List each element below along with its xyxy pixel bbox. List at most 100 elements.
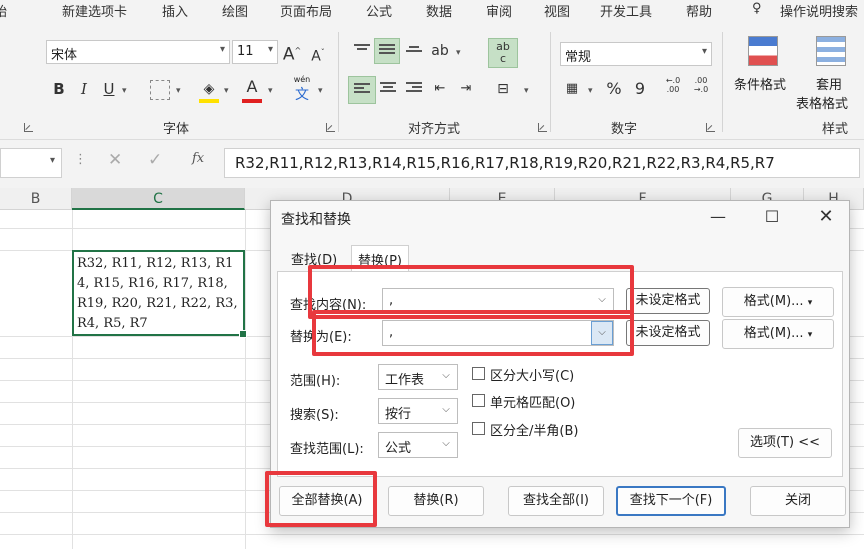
align-right-icon[interactable] — [406, 82, 422, 96]
table-format-label-1[interactable]: 套用 — [816, 74, 842, 93]
font-size-combo[interactable]: 11 ▾ — [232, 40, 278, 64]
align-center-icon[interactable] — [380, 82, 396, 96]
insert-function-button[interactable]: fx — [192, 151, 204, 166]
group-label-alignment: 对齐方式 — [408, 122, 461, 137]
alignment-launcher-icon[interactable] — [538, 123, 547, 132]
replace-format-button[interactable]: 格式(M)... ▾ — [722, 319, 834, 349]
border-button[interactable] — [150, 80, 170, 100]
tab-draw[interactable]: 绘图 — [222, 1, 248, 20]
match-case-checkbox[interactable] — [472, 367, 485, 380]
chevron-down-icon[interactable]: ▾ — [224, 86, 229, 96]
italic-button[interactable]: I — [76, 78, 92, 100]
find-all-button[interactable]: 查找全部(I) — [508, 486, 604, 516]
enter-check-icon[interactable]: ✓ — [148, 150, 162, 170]
tab-page-layout[interactable]: 页面布局 — [280, 1, 332, 20]
tab-new-tab[interactable]: 新建选项卡 — [62, 1, 127, 20]
match-cell-label[interactable]: 单元格匹配(O) — [490, 392, 575, 411]
comma-style-button[interactable]: 9 — [632, 78, 648, 100]
table-format-label-2[interactable]: 表格格式 — [796, 93, 848, 112]
tab-data[interactable]: 数据 — [426, 1, 452, 20]
currency-icon[interactable]: ▦ — [562, 78, 582, 100]
align-top-icon[interactable] — [354, 44, 370, 58]
options-button[interactable]: 选项(T) << — [738, 428, 832, 458]
find-format-label: 格式(M)... — [743, 294, 804, 309]
match-width-checkbox[interactable] — [472, 422, 485, 435]
increase-indent-icon[interactable]: ⇥ — [456, 78, 476, 100]
tab-insert[interactable]: 插入 — [162, 1, 188, 20]
align-left-button[interactable] — [348, 76, 376, 104]
close-button[interactable]: 关闭 — [750, 486, 846, 516]
chevron-down-icon[interactable]: ▾ — [122, 86, 127, 96]
highlight-box-replace-field — [312, 310, 634, 356]
column-header-c[interactable]: C — [72, 188, 245, 210]
chevron-down-icon[interactable]: ▾ — [176, 86, 181, 96]
replace-button[interactable]: 替换(R) — [388, 486, 484, 516]
column-header-b[interactable]: B — [0, 188, 72, 210]
replace-format-preview: 未设定格式 — [626, 320, 710, 346]
chevron-down-icon[interactable]: ▾ — [268, 86, 273, 96]
clipboard-launcher-icon[interactable] — [24, 123, 33, 132]
active-cell-c[interactable]: R32, R11, R12, R13, R14, R15, R16, R17, … — [72, 250, 247, 338]
tab-help[interactable]: 帮助 — [686, 1, 712, 20]
divider — [338, 32, 339, 132]
match-case-label[interactable]: 区分大小写(C) — [490, 365, 574, 384]
phonetic-bottom: 文 — [295, 87, 309, 103]
merge-center-icon[interactable]: ⊟ — [492, 78, 514, 100]
ribbon-tab-bar: 始 新建选项卡 插入 绘图 页面布局 公式 数据 审阅 视图 开发工具 帮助 ♀… — [0, 0, 864, 24]
tab-formulas[interactable]: 公式 — [366, 1, 392, 20]
dialog-title: 查找和替换 — [281, 212, 351, 228]
chevron-down-icon: ▾ — [219, 44, 225, 55]
fill-color-icon[interactable]: ◈ — [198, 78, 220, 103]
maximize-icon[interactable]: ☐ — [757, 205, 787, 229]
grow-font-button[interactable]: A^ — [282, 40, 302, 66]
conditional-format-label[interactable]: 条件格式 — [734, 74, 786, 93]
percent-button[interactable]: % — [604, 78, 624, 100]
decrease-indent-icon[interactable]: ⇤ — [430, 78, 450, 100]
tab-developer[interactable]: 开发工具 — [600, 1, 652, 20]
chevron-down-icon[interactable]: ▾ — [524, 86, 529, 96]
close-icon[interactable]: ✕ — [811, 205, 841, 229]
align-middle-button[interactable] — [374, 38, 400, 64]
table-format-icon[interactable] — [816, 36, 846, 66]
chevron-down-icon[interactable]: ▾ — [456, 48, 461, 58]
font-name-combo[interactable]: 宋体 ▾ — [46, 40, 230, 64]
orientation-icon[interactable]: ab — [430, 40, 450, 62]
search-order-value: 按行 — [385, 407, 412, 422]
chevron-down-icon[interactable]: ▾ — [588, 86, 593, 96]
formula-input[interactable]: R32,R11,R12,R13,R14,R15,R16,R17,R18,R19,… — [224, 148, 860, 178]
wrap-text-button[interactable]: ab c — [488, 38, 518, 68]
tab-home-partial[interactable]: 始 — [0, 1, 7, 20]
increase-decimal-icon[interactable]: ←.0.00 — [662, 76, 684, 94]
font-launcher-icon[interactable] — [326, 123, 335, 132]
match-width-label[interactable]: 区分全/半角(B) — [490, 420, 578, 439]
find-format-button[interactable]: 格式(M)... ▾ — [722, 287, 834, 317]
look-in-select[interactable]: 公式 ⌵ — [378, 432, 458, 458]
chevron-down-icon[interactable]: ▾ — [318, 86, 323, 96]
match-cell-checkbox[interactable] — [472, 394, 485, 407]
tab-review[interactable]: 审阅 — [486, 1, 512, 20]
tell-me-search[interactable]: 操作说明搜索 — [780, 1, 858, 20]
number-launcher-icon[interactable] — [706, 123, 715, 132]
cancel-icon[interactable]: ✕ — [108, 150, 122, 170]
scope-label: 范围(H): — [290, 374, 341, 389]
chevron-down-icon: ⌵ — [442, 370, 450, 381]
shrink-font-button[interactable]: Aˇ — [308, 42, 328, 68]
name-box[interactable]: ▾ — [0, 148, 62, 178]
bold-button[interactable]: B — [50, 78, 68, 100]
chevron-down-icon: ⌵ — [442, 404, 450, 415]
search-order-select[interactable]: 按行 ⌵ — [378, 398, 458, 424]
conditional-format-icon[interactable] — [748, 36, 778, 66]
phonetic-guide-button[interactable]: wén 文 — [290, 76, 314, 104]
align-bottom-icon[interactable] — [406, 46, 422, 60]
font-color-swatch — [242, 99, 262, 103]
underline-button[interactable]: U — [100, 78, 118, 100]
find-next-button[interactable]: 查找下一个(F) — [616, 486, 726, 516]
minimize-icon[interactable]: — — [703, 205, 733, 229]
tab-view[interactable]: 视图 — [544, 1, 570, 20]
decrease-decimal-icon[interactable]: .00 →.0 — [690, 76, 712, 94]
number-format-combo[interactable]: 常规 ▾ — [560, 42, 712, 66]
chevron-down-icon: ▾ — [49, 155, 55, 166]
scope-value: 工作表 — [385, 373, 425, 388]
scope-select[interactable]: 工作表 ⌵ — [378, 364, 458, 390]
font-color-button[interactable]: A — [242, 76, 262, 98]
